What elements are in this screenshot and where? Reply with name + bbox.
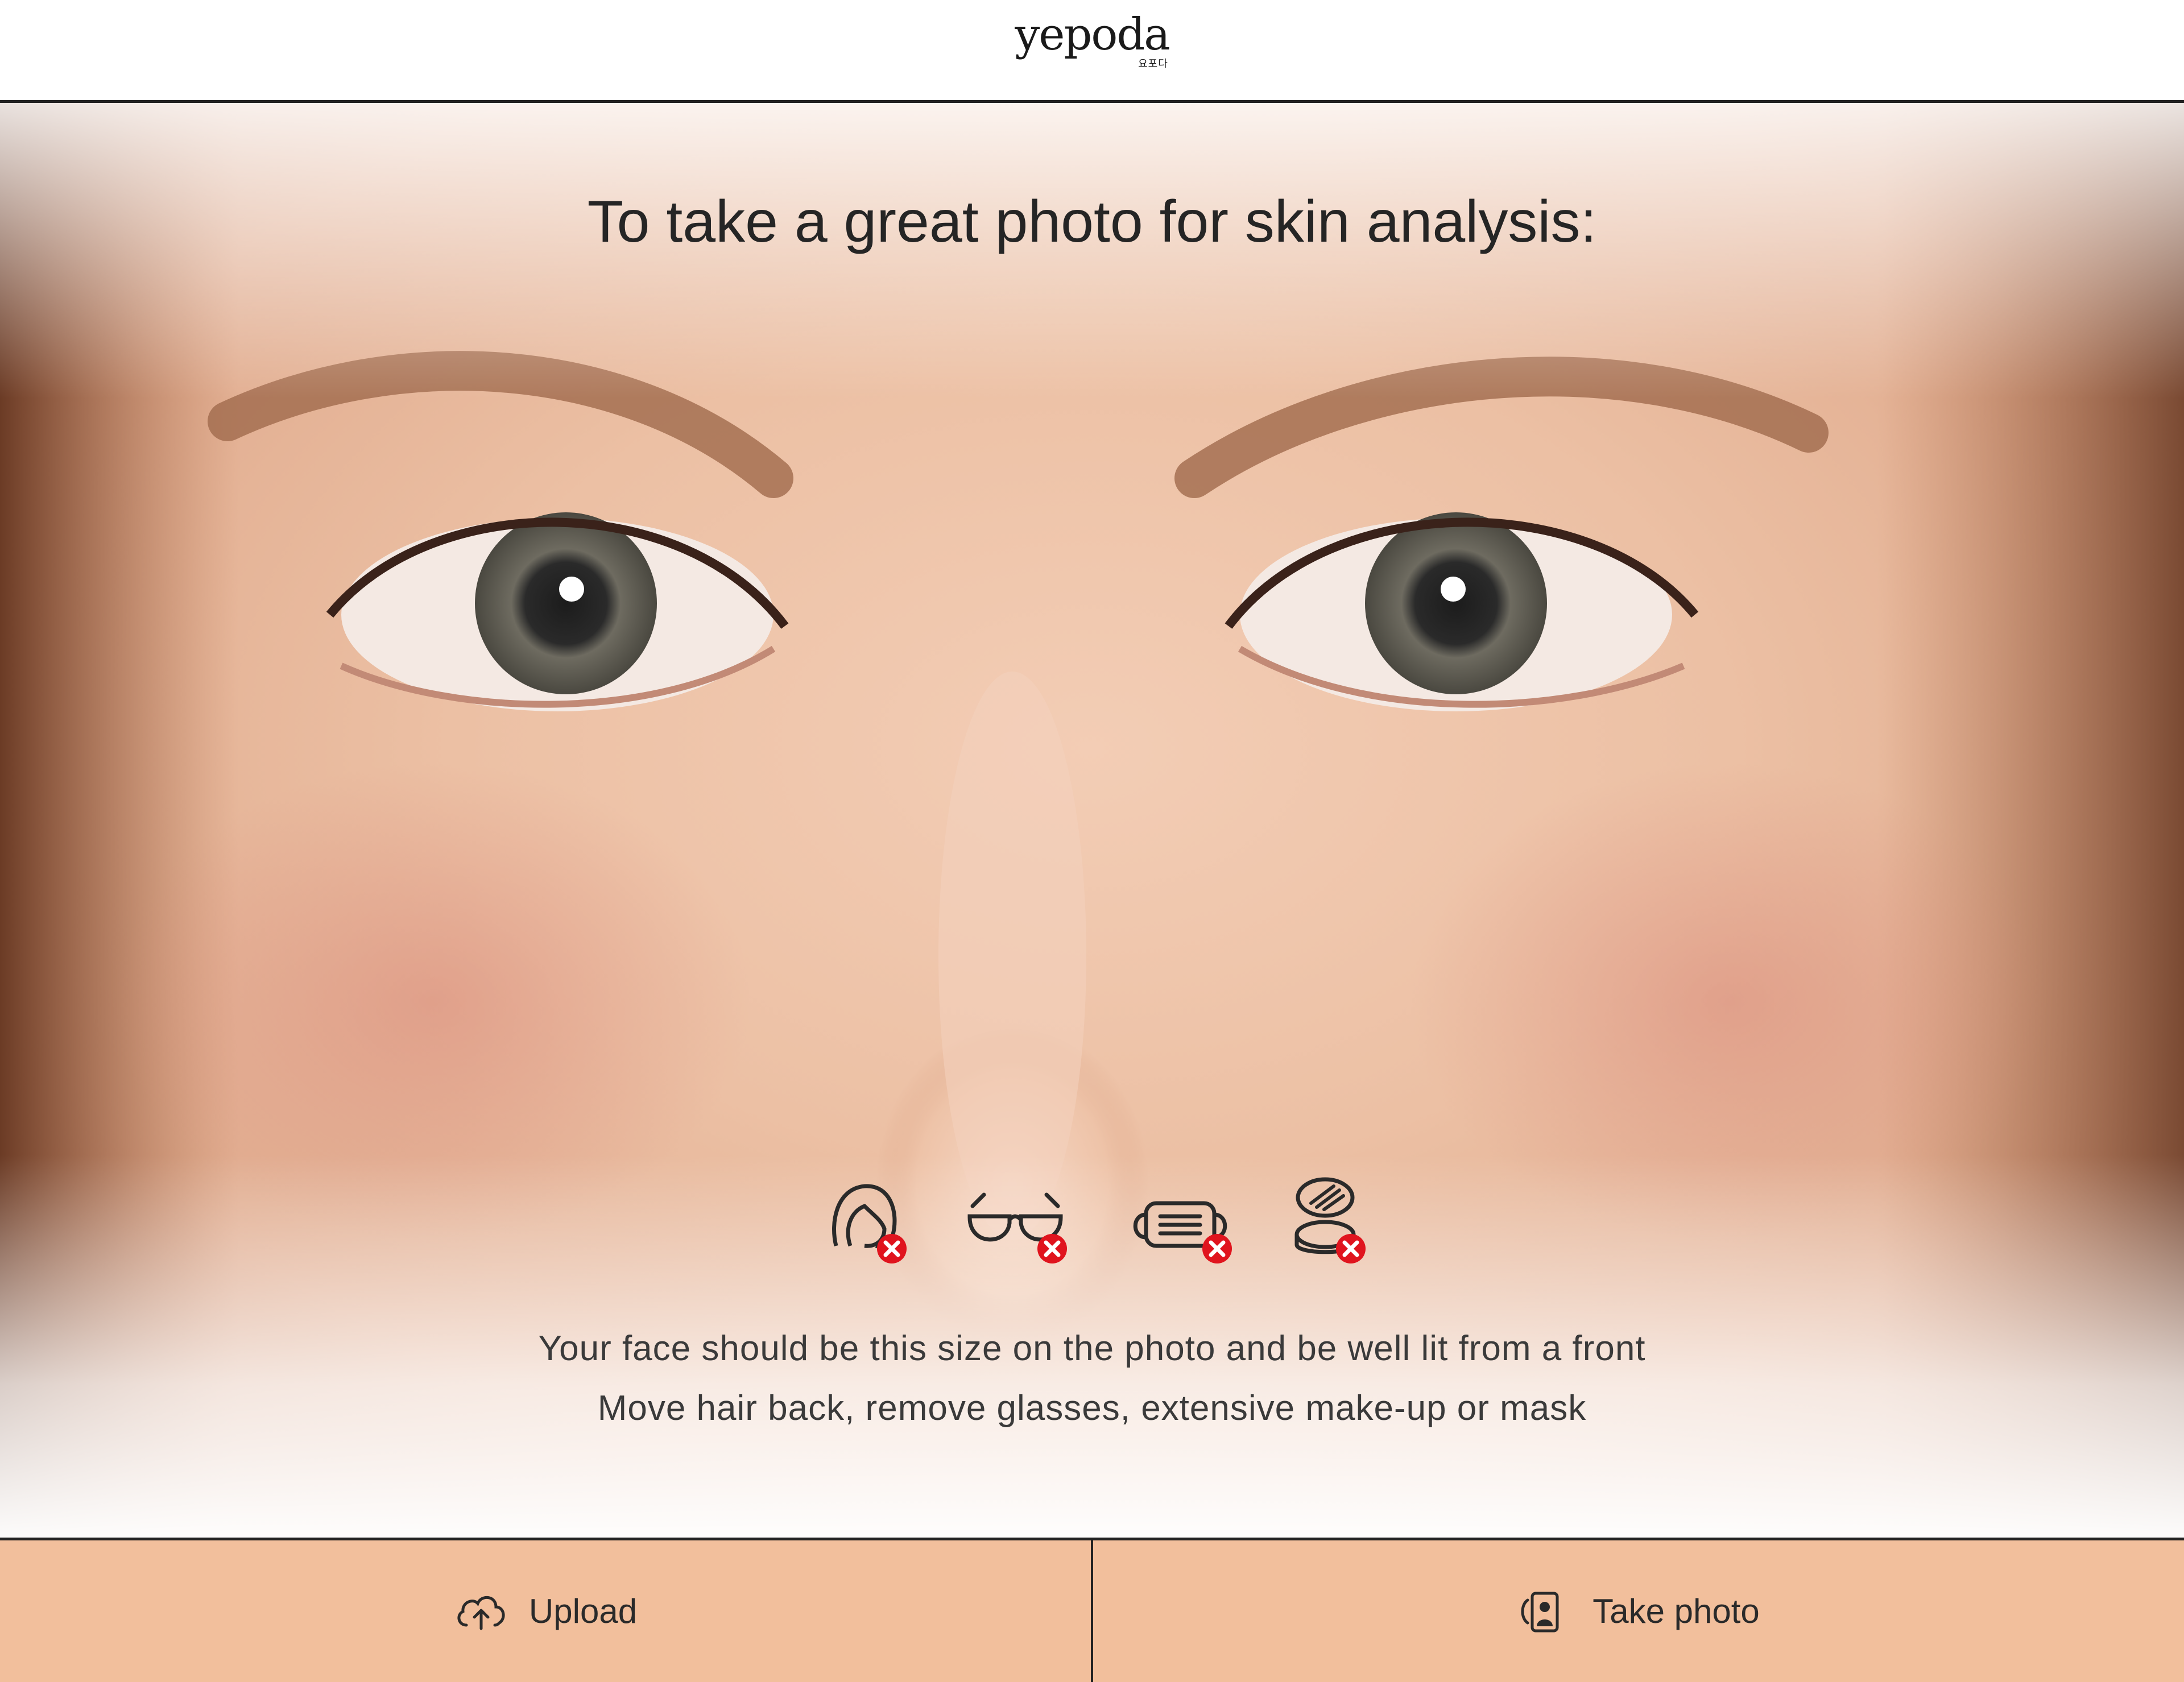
hair-face-icon [832,1184,907,1263]
selfie-camera-icon [1521,1592,1559,1632]
face-photo [0,103,2184,1538]
upload-button[interactable]: Upload [0,1540,1093,1682]
mask-icon [1133,1201,1232,1263]
brand-logo[interactable]: yepoda 요포다 [1015,9,1170,69]
no-glasses-rule [961,1172,1067,1269]
cloud-upload-icon [457,1596,505,1630]
photo-guide-page: yepoda 요포다 To take a great photo for ski… [0,0,2184,1682]
instruction-line-1: Your face should be this size on the pho… [538,1329,1646,1368]
take-photo-button[interactable]: Take photo [1093,1540,2184,1682]
no-makeup-rule [1280,1172,1376,1269]
upload-label: Upload [528,1592,638,1630]
makeup-compact-icon [1294,1177,1366,1263]
page-title: To take a great photo for skin analysis: [587,189,1597,255]
hero-section: To take a great photo for skin analysis: [0,103,2184,1538]
action-bar: Upload Take photo [0,1538,2184,1682]
logo-text: yepoda [1015,9,1170,60]
glasses-icon [967,1192,1067,1263]
no-mask-rule [1126,1172,1232,1269]
photo-rules [802,1172,1382,1274]
take-photo-label: Take photo [1592,1592,1760,1630]
no-hair-rule [819,1172,916,1269]
logo-subtext: 요포다 [1138,58,1168,70]
header: yepoda 요포다 [0,0,2184,103]
instruction-line-2: Move hair back, remove glasses, extensiv… [597,1389,1587,1428]
